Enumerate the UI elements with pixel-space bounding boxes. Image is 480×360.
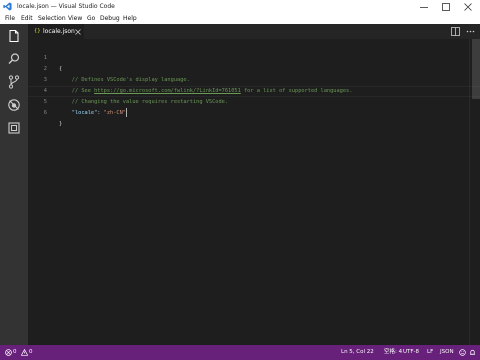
extensions-button[interactable]: [6, 120, 22, 136]
line-number: 6: [43, 110, 47, 116]
json-string-value: "zh-CN": [103, 110, 126, 116]
vscode-logo-icon: [3, 2, 12, 11]
menu-help[interactable]: Help: [123, 13, 137, 24]
maximize-icon: [442, 3, 450, 11]
source-control-button[interactable]: [6, 74, 22, 90]
code-lines: 1 { 2 // Defines VSCode's display langua…: [28, 42, 480, 127]
cursor-position[interactable]: Ln 5, Col 22: [341, 345, 374, 360]
debug-icon: [8, 99, 20, 111]
extensions-icon: [8, 122, 20, 134]
error-count[interactable]: 0: [13, 345, 17, 360]
menu-edit[interactable]: Edit: [21, 13, 33, 24]
tab-label: locale.json: [43, 28, 75, 35]
code-line: 6 }: [28, 97, 480, 127]
search-icon: [8, 53, 20, 64]
maximize-button[interactable]: [436, 0, 458, 13]
explorer-button[interactable]: [6, 28, 22, 44]
encoding[interactable]: UTF-8: [403, 345, 419, 360]
menu-debug[interactable]: Debug: [100, 13, 120, 24]
menu-view[interactable]: View: [68, 13, 82, 24]
activity-bar: [0, 24, 28, 345]
code-editor[interactable]: 1 { 2 // Defines VSCode's display langua…: [28, 39, 480, 345]
menu-selection[interactable]: Selection: [38, 13, 66, 24]
tab-locale-json[interactable]: {} locale.json: [28, 24, 84, 39]
debug-button[interactable]: [6, 97, 22, 113]
more-actions-icon[interactable]: [466, 27, 475, 36]
scrollbar-thumb[interactable]: [472, 39, 480, 99]
line-ending[interactable]: LF: [427, 345, 433, 360]
editor-tab-strip: {} locale.json: [28, 24, 480, 39]
warning-icon[interactable]: [21, 349, 28, 356]
indentation[interactable]: 空格: 4: [384, 345, 402, 360]
split-editor-icon[interactable]: [451, 27, 460, 36]
close-icon[interactable]: [75, 29, 81, 35]
status-bar: 0 0 Ln 5, Col 22 空格: 4 UTF-8 LF JSON: [0, 345, 480, 360]
menu-go[interactable]: Go: [87, 13, 95, 24]
close-window-button[interactable]: [458, 0, 480, 13]
json-close-brace: }: [59, 121, 63, 127]
search-button[interactable]: [6, 51, 22, 67]
close-icon: [464, 3, 472, 11]
warning-count[interactable]: 0: [29, 345, 33, 360]
code-line: 4 // Changing the value requires restart…: [28, 75, 480, 105]
title-bar: locale.json — Visual Studio Code: [0, 0, 480, 14]
error-icon[interactable]: [5, 349, 12, 356]
minimize-icon: [420, 7, 428, 8]
code-line: 1 {: [28, 42, 480, 72]
json-file-icon: {}: [34, 28, 41, 34]
files-icon: [9, 30, 19, 42]
text-cursor: [126, 108, 127, 117]
bell-icon[interactable]: [469, 349, 476, 356]
language-mode[interactable]: JSON: [440, 345, 454, 360]
code-line: 5 "locale": "zh-CN": [28, 86, 480, 117]
vertical-scrollbar[interactable]: [469, 39, 480, 345]
minimize-button[interactable]: [414, 0, 436, 13]
code-line: 2 // Defines VSCode's display language.: [28, 53, 480, 83]
code-line: 3 // See https://go.microsoft.com/fwlink…: [28, 64, 480, 94]
window-title: locale.json — Visual Studio Code: [17, 3, 115, 10]
smiley-feedback-icon[interactable]: [459, 349, 466, 356]
source-control-icon: [8, 75, 20, 89]
json-key: "locale": [71, 110, 98, 116]
menu-file[interactable]: File: [5, 13, 15, 24]
